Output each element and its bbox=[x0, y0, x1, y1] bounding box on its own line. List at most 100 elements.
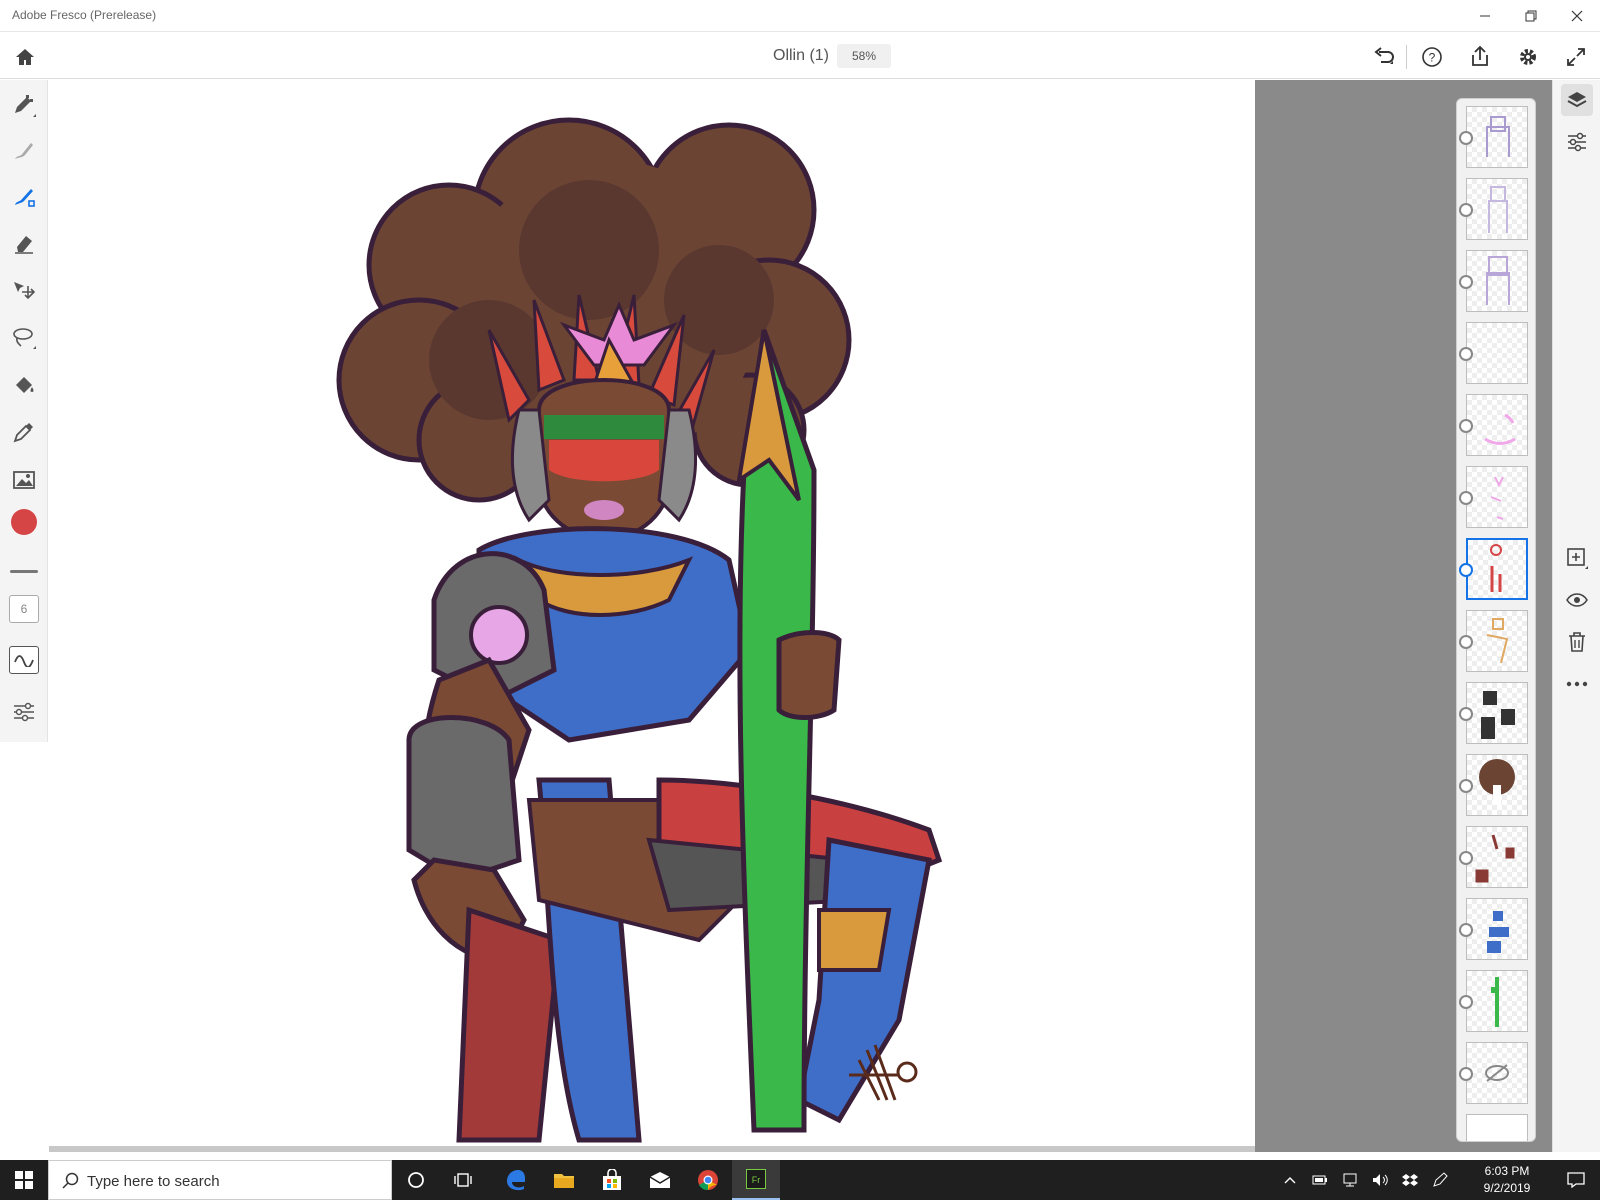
system-clock[interactable]: 6:03 PM 9/2/2019 bbox=[1474, 1163, 1540, 1197]
layer-thumbnail[interactable] bbox=[1466, 610, 1528, 672]
share-button[interactable] bbox=[1466, 43, 1494, 71]
layer-thumbnail[interactable] bbox=[1466, 898, 1528, 960]
fresco-app-active[interactable]: Fr bbox=[732, 1160, 780, 1200]
lips bbox=[584, 500, 624, 520]
restore-button[interactable] bbox=[1508, 0, 1554, 32]
battery-icon bbox=[1312, 1175, 1327, 1185]
add-layer-button[interactable] bbox=[1561, 542, 1593, 574]
layer-thumbnail[interactable] bbox=[1466, 394, 1528, 456]
vector-brush-tool[interactable] bbox=[6, 180, 42, 216]
battery-tray-icon[interactable] bbox=[1306, 1160, 1334, 1200]
network-tray-icon[interactable] bbox=[1336, 1160, 1364, 1200]
artwork-illustration bbox=[336, 117, 943, 1143]
layers-button[interactable] bbox=[1561, 84, 1593, 116]
layer-preview bbox=[1481, 691, 1515, 739]
layer-visibility-toggle[interactable] bbox=[1459, 563, 1473, 577]
chrome-app[interactable] bbox=[684, 1160, 732, 1200]
undo-button[interactable] bbox=[1370, 43, 1398, 71]
taskbar-search-box[interactable]: Type here to search bbox=[48, 1160, 392, 1200]
canvas-scrollbar[interactable] bbox=[49, 1146, 1255, 1152]
left-leg bbox=[456, 906, 562, 1143]
mail-app[interactable] bbox=[636, 1160, 684, 1200]
task-view-button[interactable] bbox=[440, 1160, 488, 1200]
layer-thumbnail[interactable] bbox=[1466, 754, 1528, 816]
transform-tool[interactable] bbox=[6, 274, 42, 310]
layers-panel bbox=[1456, 98, 1536, 1142]
task-view-icon bbox=[454, 1173, 472, 1187]
eyedropper-tool[interactable] bbox=[6, 414, 42, 450]
eye-icon bbox=[1566, 593, 1588, 607]
show-hidden-icons[interactable] bbox=[1276, 1160, 1304, 1200]
right-hand bbox=[776, 630, 842, 720]
layer-thumbnail[interactable] bbox=[1466, 826, 1528, 888]
color-swatch[interactable] bbox=[6, 504, 42, 540]
layer-visibility-toggle[interactable] bbox=[1459, 851, 1473, 865]
folder-icon bbox=[554, 1174, 574, 1188]
settings-button[interactable] bbox=[1514, 43, 1542, 71]
layer-visibility-toggle[interactable] bbox=[1459, 923, 1473, 937]
fill-tool[interactable] bbox=[6, 368, 42, 404]
brush-settings-button[interactable] bbox=[9, 646, 39, 674]
live-brush-icon bbox=[15, 143, 33, 159]
close-button[interactable] bbox=[1554, 0, 1600, 32]
action-center-button[interactable] bbox=[1552, 1160, 1600, 1200]
live-brush-tool[interactable] bbox=[6, 134, 42, 170]
layer-visibility-toggle[interactable] bbox=[1459, 707, 1473, 721]
more-options-button[interactable] bbox=[1561, 668, 1593, 700]
eraser-tool[interactable] bbox=[6, 226, 42, 262]
fullscreen-button[interactable] bbox=[1562, 43, 1590, 71]
start-button[interactable] bbox=[0, 1160, 48, 1200]
layer-visibility-toggle[interactable] bbox=[1459, 275, 1473, 289]
help-button[interactable]: ? bbox=[1418, 43, 1446, 71]
layer-visibility-toggle[interactable] bbox=[1459, 131, 1473, 145]
layer-visibility-toggle[interactable] bbox=[1459, 347, 1473, 361]
close-icon bbox=[1571, 10, 1583, 22]
layer-thumbnail-selected[interactable] bbox=[1466, 538, 1528, 600]
speaker-icon bbox=[1373, 1174, 1388, 1186]
sliders-icon bbox=[1568, 132, 1586, 152]
layer-visibility-toggle[interactable] bbox=[1459, 635, 1473, 649]
tool-options-button[interactable] bbox=[6, 694, 42, 730]
layer-thumbnail[interactable] bbox=[1466, 250, 1528, 312]
home-button[interactable] bbox=[12, 45, 38, 69]
layer-visibility-button[interactable] bbox=[1561, 584, 1593, 616]
drawing-canvas[interactable] bbox=[49, 80, 1255, 1152]
layer-thumbnail[interactable] bbox=[1466, 322, 1528, 384]
layer-visibility-toggle[interactable] bbox=[1459, 491, 1473, 505]
layer-visibility-toggle[interactable] bbox=[1459, 203, 1473, 217]
minimize-button[interactable] bbox=[1462, 0, 1508, 32]
lasso-tool[interactable] bbox=[6, 320, 42, 356]
delete-layer-button[interactable] bbox=[1561, 626, 1593, 658]
pixel-brush-tool[interactable] bbox=[6, 88, 42, 124]
volume-tray-icon[interactable] bbox=[1366, 1160, 1394, 1200]
file-explorer-app[interactable] bbox=[540, 1160, 588, 1200]
layer-visibility-toggle[interactable] bbox=[1459, 779, 1473, 793]
layer-visibility-toggle[interactable] bbox=[1459, 995, 1473, 1009]
layer-visibility-toggle[interactable] bbox=[1459, 419, 1473, 433]
brush-size-field[interactable]: 6 bbox=[9, 595, 39, 623]
layer-preview bbox=[1490, 476, 1504, 520]
pen-tray-icon[interactable] bbox=[1426, 1160, 1454, 1200]
chevron-up-icon bbox=[1284, 1177, 1296, 1184]
edge-browser-app[interactable] bbox=[492, 1160, 540, 1200]
zoom-level[interactable]: 58% bbox=[837, 44, 891, 68]
place-image-tool[interactable] bbox=[6, 462, 42, 498]
document-title[interactable]: Ollin (1) bbox=[773, 47, 829, 65]
dropbox-tray-icon[interactable] bbox=[1396, 1160, 1424, 1200]
sliders-icon bbox=[14, 702, 34, 722]
layer-thumbnail[interactable] bbox=[1466, 106, 1528, 168]
store-app[interactable] bbox=[588, 1160, 636, 1200]
fresco-app-icon: Fr bbox=[746, 1169, 766, 1189]
layer-thumbnail[interactable] bbox=[1466, 178, 1528, 240]
layer-thumbnail[interactable] bbox=[1466, 466, 1528, 528]
layer-visibility-toggle[interactable] bbox=[1459, 1067, 1473, 1081]
app-header: Ollin (1) 58% ? bbox=[0, 33, 1600, 79]
layer-thumbnail[interactable] bbox=[1466, 1114, 1528, 1141]
cortana-button[interactable] bbox=[392, 1160, 440, 1200]
eyedropper-icon bbox=[13, 423, 33, 443]
layer-thumbnail[interactable] bbox=[1466, 1042, 1528, 1104]
pen-icon bbox=[1433, 1172, 1448, 1187]
layer-thumbnail[interactable] bbox=[1466, 970, 1528, 1032]
layer-thumbnail[interactable] bbox=[1466, 682, 1528, 744]
layer-properties-button[interactable] bbox=[1561, 126, 1593, 158]
